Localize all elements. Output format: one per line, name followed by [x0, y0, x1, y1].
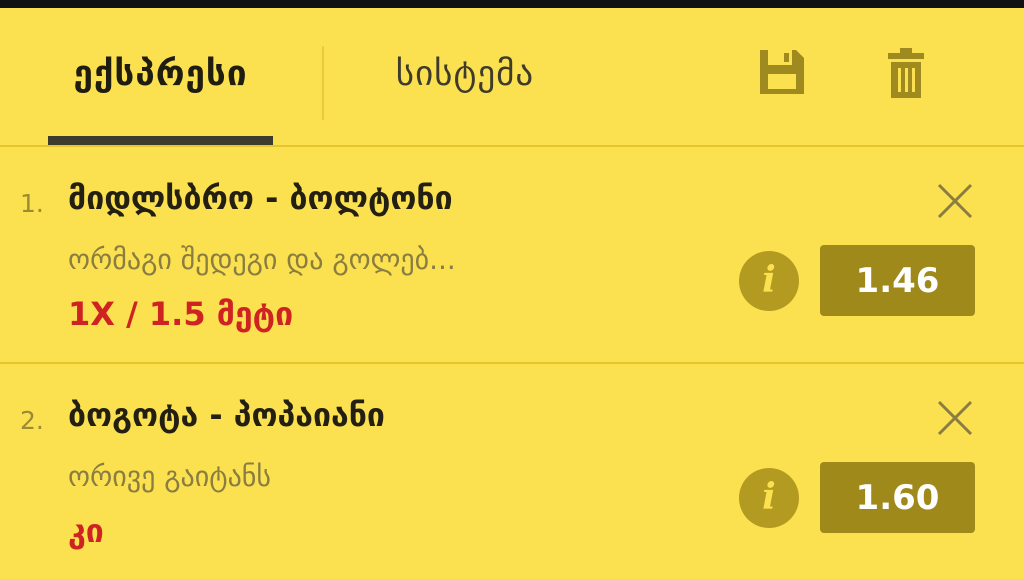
active-tab-indicator	[48, 136, 273, 145]
tab-divider	[322, 46, 324, 120]
tab-system[interactable]: სისტემა	[360, 8, 570, 145]
top-status-bar	[0, 0, 1024, 8]
info-icon[interactable]: i	[739, 251, 799, 311]
odds-button[interactable]: 1.46	[820, 245, 975, 316]
odds-button[interactable]: 1.60	[820, 462, 975, 533]
tab-system-label: სისტემა	[395, 53, 535, 94]
tab-express-label: ექსპრესი	[73, 53, 248, 94]
bet-item-1: 1. მიდლსბრო - ბოლტონი ორმაგი შედეგი და გ…	[0, 147, 1024, 362]
tab-express[interactable]: ექსპრესი	[48, 8, 273, 145]
bet-number: 2.	[20, 406, 44, 435]
bet-match-title: ბოგოტა - პოპაიანი	[68, 396, 385, 434]
info-icon[interactable]: i	[739, 468, 799, 528]
trash-icon[interactable]	[888, 48, 924, 104]
close-icon[interactable]	[937, 400, 973, 440]
bet-market: ორივე გაიტანს	[68, 460, 272, 493]
bet-match-title: მიდლსბრო - ბოლტონი	[68, 179, 453, 217]
bet-pick: 1X / 1.5 მეტი	[68, 295, 294, 333]
bet-market: ორმაგი შედეგი და გოლებ...	[68, 243, 456, 276]
close-icon[interactable]	[937, 183, 973, 223]
save-icon[interactable]	[758, 48, 806, 100]
bet-item-2: 2. ბოგოტა - პოპაიანი ორივე გაიტანს კი i …	[0, 364, 1024, 579]
bet-type-tabs: ექსპრესი სისტემა	[0, 8, 1024, 145]
bet-pick: კი	[68, 512, 104, 550]
bet-number: 1.	[20, 189, 44, 218]
